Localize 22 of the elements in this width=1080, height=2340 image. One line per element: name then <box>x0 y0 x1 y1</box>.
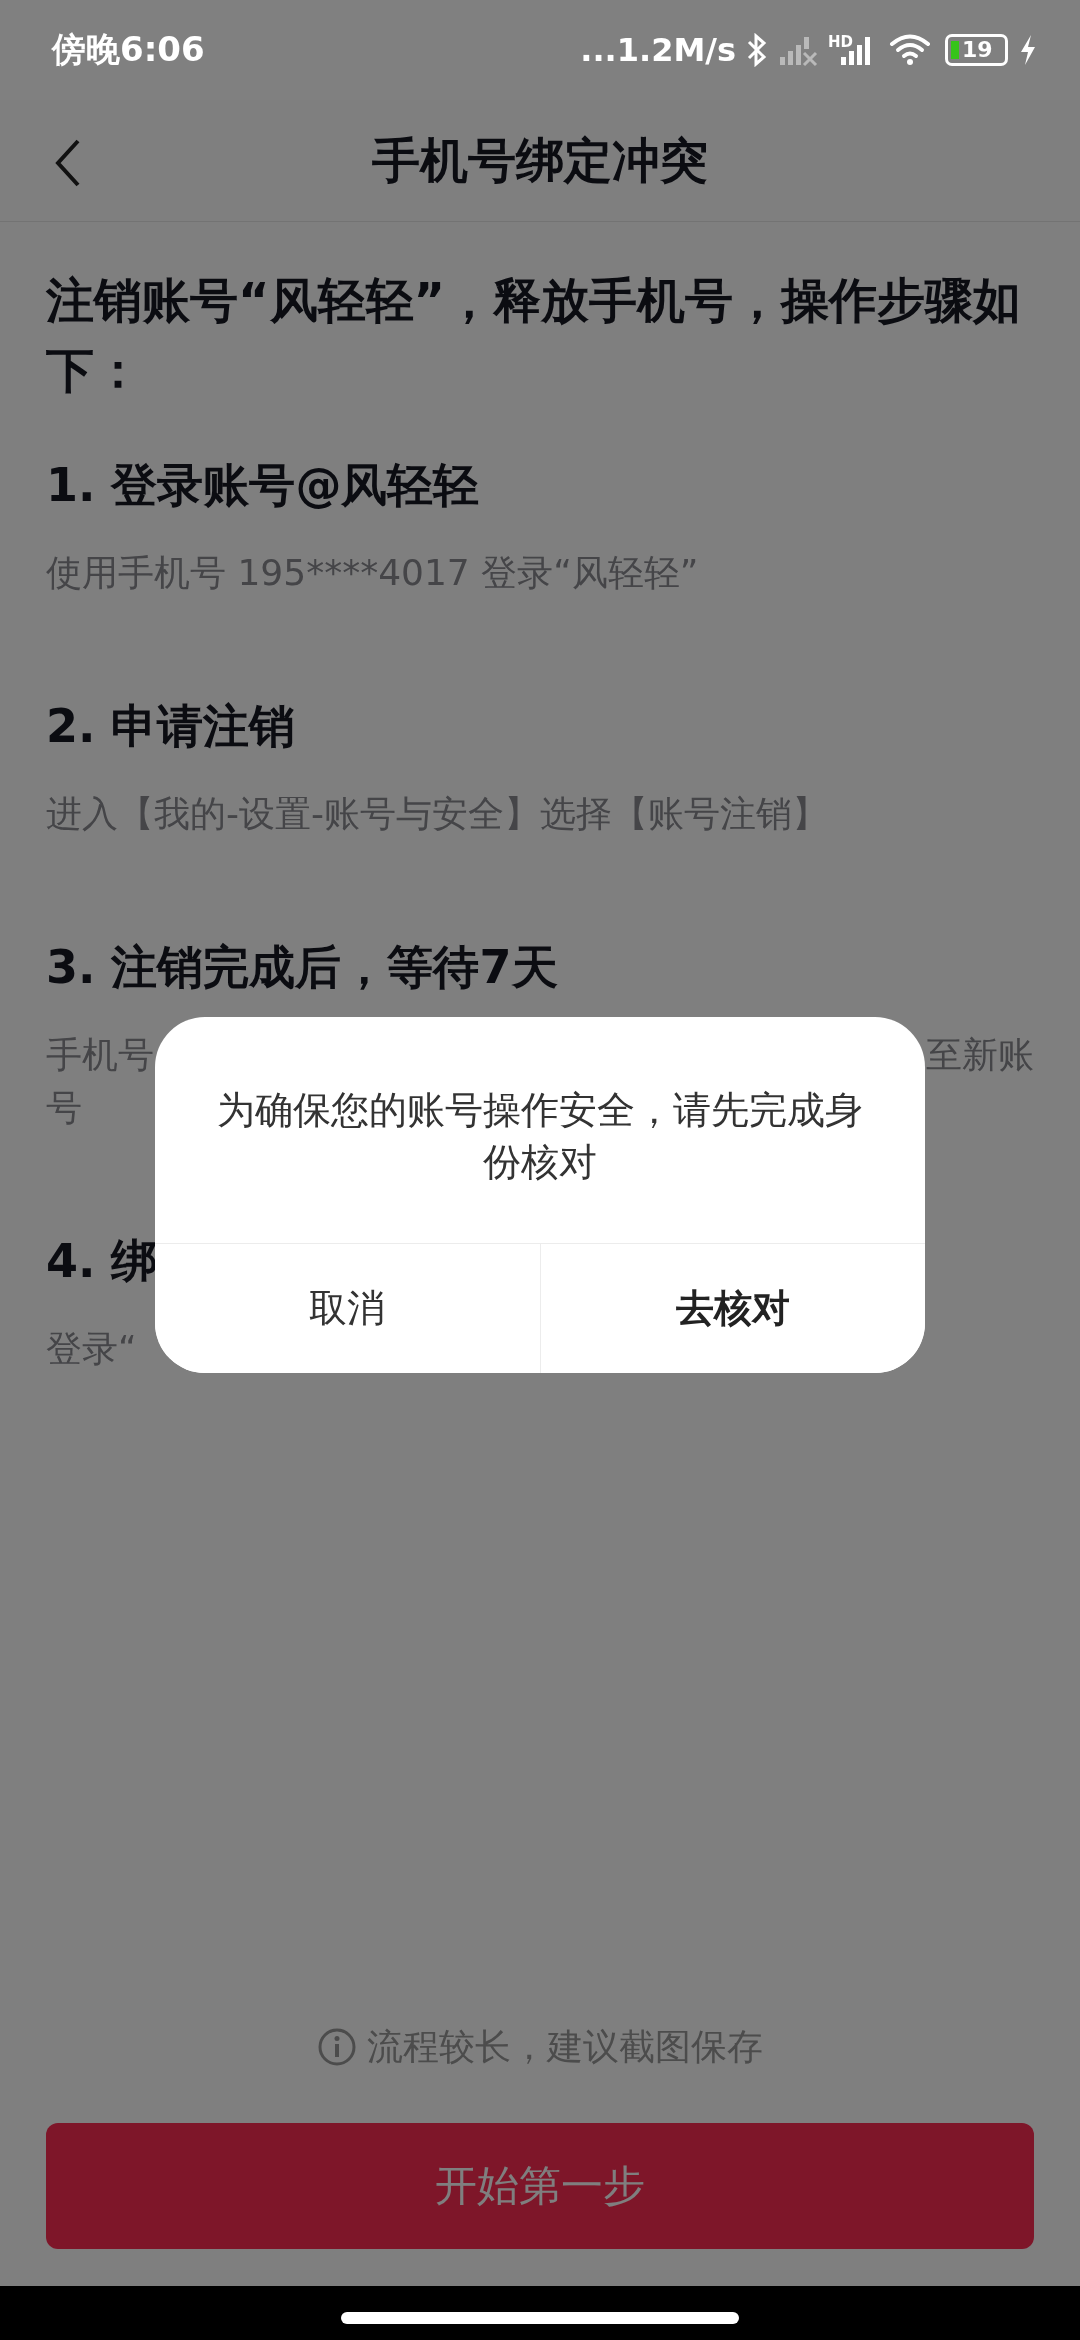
step-description: 至新账 <box>926 1033 1034 1077</box>
step-title: 4. 绑 <box>46 1233 158 1290</box>
bluetooth-icon <box>746 33 768 67</box>
dialog-message: 为确保您的账号操作安全，请先完成身份核对 <box>216 1087 864 1186</box>
step-description: 进入【我的-设置-账号与安全】选择【账号注销】 <box>46 792 828 836</box>
confirm-button[interactable]: 去核对 <box>539 1244 925 1373</box>
step-title: 3. 注销完成后，等待7天 <box>46 939 558 996</box>
step-title: 1. 登录账号@风轻轻 <box>46 457 480 514</box>
info-icon <box>317 2027 357 2067</box>
intro-heading: 注销账号“风轻轻”，释放手机号，操作步骤如下： <box>46 271 1023 400</box>
step-description: 手机号 <box>46 1033 154 1077</box>
charging-icon <box>1018 33 1038 67</box>
page-title: 手机号绑定冲突 <box>372 130 708 190</box>
status-time: 傍晚6:06 <box>52 28 205 71</box>
back-icon <box>54 138 82 188</box>
step-title: 2. 申请注销 <box>46 698 296 755</box>
hd-label: HD <box>828 33 853 51</box>
step-description: 登录“ <box>46 1327 137 1371</box>
step-description: 使用手机号 195****4017 登录“风轻轻” <box>46 551 699 595</box>
battery-icon: 19 <box>945 34 1008 66</box>
step-description: 号 <box>46 1086 82 1130</box>
network-speed: ...1.2M/s <box>580 31 736 69</box>
